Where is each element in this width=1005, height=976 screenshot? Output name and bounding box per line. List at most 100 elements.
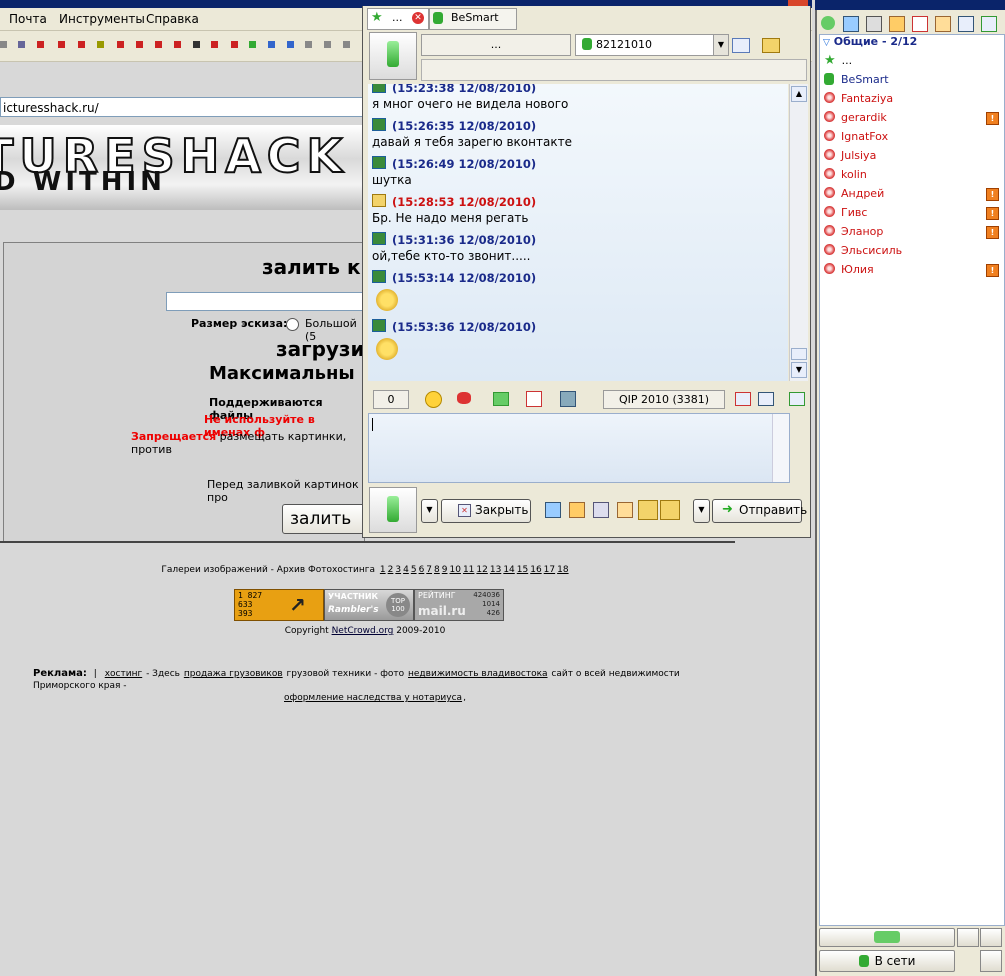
- toolbar-bookmark-icon[interactable]: [324, 41, 331, 48]
- tab-besmart[interactable]: BeSmart: [429, 8, 517, 30]
- gallery-page-link[interactable]: 13: [490, 565, 501, 575]
- gallery-page-link[interactable]: 3: [395, 565, 401, 575]
- folder-open-icon[interactable]: [660, 500, 680, 520]
- ad-link-trucks[interactable]: продажа грузовиков: [184, 669, 283, 679]
- counter-liveinternet[interactable]: 1 827 633 393 ↗: [234, 589, 324, 621]
- gallery-page-link[interactable]: 16: [530, 565, 541, 575]
- history-scrollbar[interactable]: ▲ ▼: [789, 84, 808, 381]
- toolbar-bookmark-icon[interactable]: [231, 41, 238, 48]
- status-message-field[interactable]: [421, 59, 807, 81]
- toolbar-bookmark-icon[interactable]: [136, 41, 143, 48]
- gallery-page-link[interactable]: 17: [544, 565, 555, 575]
- user-status-icon[interactable]: [980, 950, 1002, 972]
- message-input[interactable]: [368, 413, 790, 483]
- clipboard-icon[interactable]: [843, 16, 859, 32]
- menu-help[interactable]: Справка: [146, 12, 199, 26]
- contact-item[interactable]: Гивс: [824, 204, 867, 222]
- contact-item[interactable]: kolin: [824, 166, 867, 184]
- gallery-page-link[interactable]: 18: [557, 565, 568, 575]
- gallery-page-link[interactable]: 11: [463, 565, 474, 575]
- file-path-input[interactable]: [166, 292, 368, 311]
- tab-chat-1[interactable]: ★ ... ✕: [367, 8, 429, 30]
- history-icon[interactable]: [560, 391, 576, 407]
- close-tab-icon[interactable]: [789, 392, 805, 406]
- contact-item[interactable]: Эланор: [824, 223, 883, 241]
- contact-card-icon[interactable]: [732, 38, 750, 53]
- ad-link-hosting[interactable]: хостинг: [105, 669, 143, 679]
- gallery-page-link[interactable]: 5: [411, 565, 417, 575]
- toolbar-bookmark-icon[interactable]: [287, 41, 294, 48]
- toolbar-bookmark-icon[interactable]: [343, 41, 350, 48]
- send-file-icon[interactable]: [493, 392, 509, 406]
- tools-icon[interactable]: [617, 502, 633, 518]
- toolbar-bookmark-icon[interactable]: [193, 41, 200, 48]
- gallery-page-link[interactable]: 7: [426, 565, 432, 575]
- send-button[interactable]: ➜ Отправить: [712, 499, 807, 523]
- expand-icon[interactable]: [758, 392, 774, 406]
- chat-close-icon[interactable]: [788, 0, 808, 6]
- ad-link-realty[interactable]: недвижимость владивостока: [408, 669, 548, 679]
- upload-button[interactable]: залить: [282, 504, 368, 534]
- contact-item[interactable]: ★...: [824, 52, 852, 70]
- messages-icon[interactable]: [980, 928, 1002, 947]
- contact-item[interactable]: Эльсисиль: [824, 242, 902, 260]
- contact-item[interactable]: Юлия: [824, 261, 874, 279]
- address-bar[interactable]: icturesshack.ru/: [0, 97, 365, 117]
- search-icon[interactable]: [593, 502, 609, 518]
- sound-off-icon[interactable]: [866, 16, 882, 32]
- send-options-dropdown[interactable]: ▼: [693, 499, 710, 523]
- toolbar-bookmark-icon[interactable]: [117, 41, 124, 48]
- gallery-page-link[interactable]: 9: [442, 565, 448, 575]
- toolbar-bookmark-icon[interactable]: [268, 41, 275, 48]
- counter-rambler[interactable]: УЧАСТНИК Rambler's TOP 100: [324, 589, 414, 621]
- contact-item[interactable]: Андрей: [824, 185, 884, 203]
- contact-item[interactable]: Julsiya: [824, 147, 876, 165]
- tab-close-icon[interactable]: ✕: [412, 12, 424, 24]
- menu-mail[interactable]: Почта: [9, 12, 47, 26]
- toolbar-bookmark-icon[interactable]: [305, 41, 312, 48]
- chevron-down-icon[interactable]: ▼: [713, 35, 728, 55]
- gallery-page-link[interactable]: 10: [450, 565, 461, 575]
- gallery-page-link[interactable]: 2: [388, 565, 394, 575]
- gallery-page-link[interactable]: 8: [434, 565, 440, 575]
- add-contact-icon[interactable]: [821, 16, 835, 30]
- gallery-page-link[interactable]: 12: [476, 565, 487, 575]
- groups-icon[interactable]: [889, 16, 905, 32]
- gallery-page-link[interactable]: 15: [517, 565, 528, 575]
- contact-list-scroll-button[interactable]: [819, 928, 955, 947]
- tools-icon[interactable]: [935, 16, 951, 32]
- toolbar-bookmark-icon[interactable]: [174, 41, 181, 48]
- contact-item[interactable]: gerardik: [824, 109, 887, 127]
- counter-mailru[interactable]: РЕЙТИНГ mail.ru 424036 1014 426: [414, 589, 504, 621]
- contact-item[interactable]: BeSmart: [824, 71, 889, 89]
- toolbar-bookmark-icon[interactable]: [97, 41, 104, 48]
- gallery-page-link[interactable]: 4: [403, 565, 409, 575]
- scroll-down-icon[interactable]: ▼: [791, 362, 807, 378]
- nick-field[interactable]: ...: [421, 34, 571, 56]
- contact-item[interactable]: IgnatFox: [824, 128, 888, 146]
- toolbar-bookmark-icon[interactable]: [0, 41, 7, 48]
- find-contact-icon[interactable]: [957, 928, 979, 947]
- toolbar-bookmark-icon[interactable]: [37, 41, 44, 48]
- options-dropdown[interactable]: ▼: [421, 499, 438, 523]
- netcrowd-link[interactable]: NetCrowd.org: [332, 626, 394, 636]
- input-scrollbar[interactable]: [772, 414, 789, 482]
- edit-icon[interactable]: [545, 502, 561, 518]
- folder-icon[interactable]: [638, 500, 658, 520]
- users-icon[interactable]: [569, 502, 585, 518]
- calendar-icon[interactable]: [912, 16, 928, 32]
- folder-icon[interactable]: [762, 38, 780, 53]
- contact-card-icon[interactable]: [958, 16, 974, 32]
- info-icon[interactable]: [735, 392, 751, 406]
- calendar-icon[interactable]: [526, 391, 542, 407]
- menu-tools[interactable]: Инструменты: [59, 12, 145, 26]
- toolbar-bookmark-icon[interactable]: [155, 41, 162, 48]
- quote-icon[interactable]: [457, 392, 471, 404]
- gallery-page-link[interactable]: 6: [419, 565, 425, 575]
- close-button[interactable]: ✕ Закрыть: [441, 499, 531, 523]
- toolbar-bookmark-icon[interactable]: [58, 41, 65, 48]
- uin-field[interactable]: 82121010 ▼: [575, 34, 729, 56]
- toolbar-bookmark-icon[interactable]: [211, 41, 218, 48]
- ad-link-notary[interactable]: оформление наследства у нотариуса: [284, 693, 462, 703]
- scroll-thumb[interactable]: [791, 348, 807, 360]
